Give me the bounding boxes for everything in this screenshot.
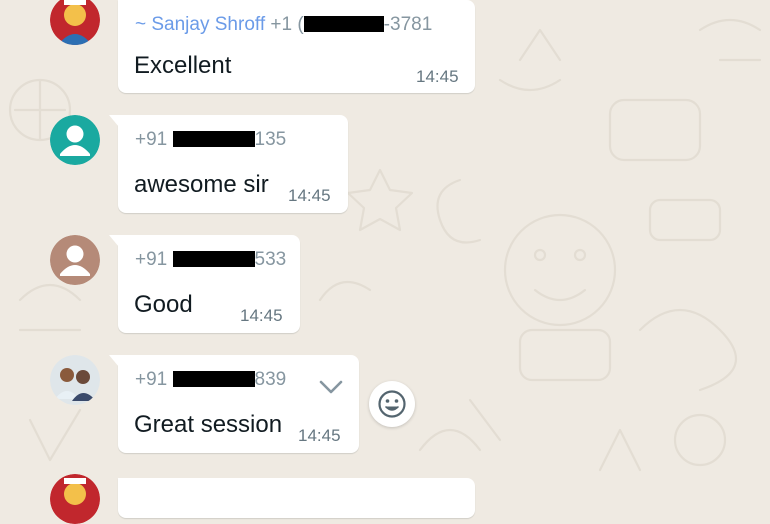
message-sender[interactable]: +91 135: [135, 129, 286, 151]
avatar[interactable]: [50, 474, 100, 524]
message-text: Good: [134, 291, 193, 318]
message-bubble[interactable]: ~ Sanjay Shroff +1 (-3781 Excellent 14:4…: [118, 0, 475, 93]
avatar[interactable]: [50, 0, 100, 45]
avatar[interactable]: [50, 115, 100, 165]
smiley-icon: [378, 390, 406, 418]
message-sender[interactable]: +91 533: [135, 249, 286, 271]
message-bubble[interactable]: +91 533 Good 14:45: [109, 235, 300, 333]
message-time: 14:45: [298, 426, 341, 445]
react-button[interactable]: [369, 381, 415, 427]
message-bubble[interactable]: +91 135 awesome sir 14:45: [109, 115, 348, 213]
chevron-down-icon[interactable]: [318, 379, 344, 395]
message-text: Excellent: [134, 52, 232, 79]
message-bubble[interactable]: +91 839 Great session 14:45: [109, 355, 359, 453]
avatar[interactable]: [50, 355, 100, 405]
message-sender[interactable]: ~ Sanjay Shroff +1 (-3781: [135, 14, 432, 36]
message-text: awesome sir: [134, 171, 269, 198]
message-time: 14:45: [240, 306, 283, 325]
avatar[interactable]: [50, 235, 100, 285]
message-time: 14:45: [416, 67, 459, 86]
message-sender[interactable]: +91 839: [135, 369, 286, 391]
message-text: Great session: [134, 411, 283, 438]
message-time: 14:45: [288, 186, 331, 205]
message-bubble[interactable]: [118, 478, 475, 518]
